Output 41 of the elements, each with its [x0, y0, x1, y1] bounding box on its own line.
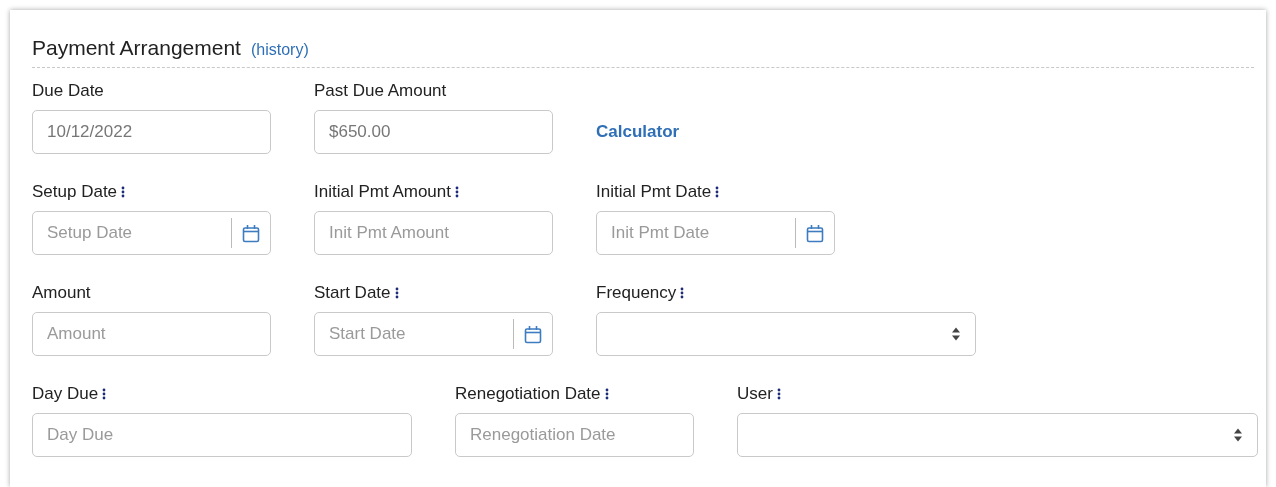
field-label: Day Due [32, 384, 99, 404]
sort-caret-icon [951, 326, 961, 342]
more-dots-icon[interactable] [455, 186, 459, 198]
field-label: Initial Pmt Amount [314, 182, 451, 202]
more-dots-icon[interactable] [121, 186, 126, 198]
more-dots-icon[interactable] [102, 388, 107, 400]
field-label: Due Date [32, 81, 104, 101]
field-label: Past Due Amount [314, 81, 447, 101]
field-label: Start Date [314, 283, 391, 303]
date-field[interactable]: Start Date [314, 312, 553, 356]
input-field[interactable]: Init Pmt Amount [314, 211, 553, 255]
field-label: Renegotiation Date [455, 384, 601, 404]
input-field[interactable]: 10/12/2022 [32, 110, 271, 154]
field-label: User [737, 384, 773, 404]
calendar-icon[interactable] [806, 223, 824, 243]
sort-caret-icon [1233, 427, 1243, 443]
more-dots-icon[interactable] [680, 287, 685, 299]
calendar-icon[interactable] [242, 223, 260, 243]
input-field[interactable]: Amount [32, 312, 271, 356]
field-label: Frequency [596, 283, 677, 303]
input-field[interactable]: Day Due [32, 413, 412, 457]
select-field[interactable] [737, 413, 1258, 457]
select-field[interactable] [596, 312, 976, 356]
field-label: Amount [32, 283, 91, 303]
date-field[interactable]: Setup Date [32, 211, 271, 255]
input-field[interactable]: Init Pmt Date [597, 223, 795, 243]
more-dots-icon[interactable] [715, 186, 720, 198]
input-field[interactable]: $650.00 [314, 110, 553, 154]
calendar-icon[interactable] [524, 324, 542, 344]
history-link[interactable]: (history) [250, 41, 309, 59]
input-field[interactable]: Renegotiation Date [455, 413, 694, 457]
field-label: Setup Date [32, 182, 118, 202]
input-field[interactable]: Start Date [315, 324, 513, 344]
more-dots-icon[interactable] [776, 388, 781, 400]
input-field[interactable]: Setup Date [33, 223, 231, 243]
calculator-link[interactable]: Calculator [596, 122, 680, 142]
date-field[interactable]: Init Pmt Date [596, 211, 835, 255]
field-label: Initial Pmt Date [596, 182, 712, 202]
more-dots-icon[interactable] [604, 388, 609, 400]
more-dots-icon[interactable] [394, 287, 399, 299]
section-title: Payment Arrangement [32, 36, 241, 60]
